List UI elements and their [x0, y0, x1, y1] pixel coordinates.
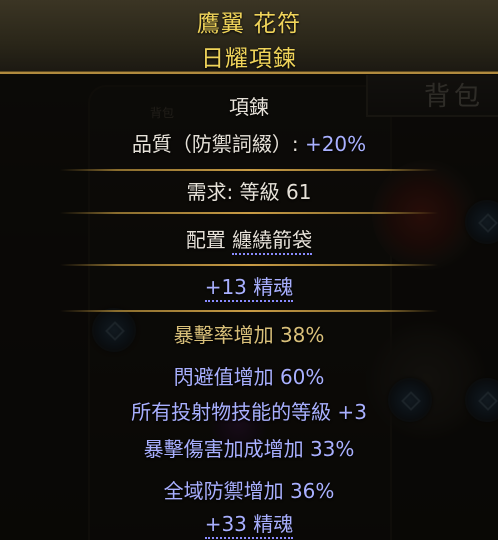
implicit-mod: +13 精魂	[0, 274, 498, 302]
quality-label: 品質（防禦詞綴）:	[131, 132, 305, 156]
explicit-mod-text[interactable]: +33 精魂	[204, 512, 294, 539]
explicit-mod: +33 精魂	[0, 511, 498, 539]
config-value[interactable]: 纏繞箭袋	[232, 228, 313, 255]
requirement-value: 61	[286, 180, 312, 204]
requirement-label: 需求: 等級	[186, 180, 286, 204]
implicit-mod-text[interactable]: +13 精魂	[204, 275, 294, 302]
explicit-mod: 全域防禦增加 36%	[163, 479, 335, 503]
explicit-mod: 閃避值增加 60%	[173, 365, 325, 389]
separator	[60, 212, 438, 214]
item-tooltip-body: 項鍊 品質（防禦詞綴）: +20% 需求: 等級 61 配置 纏繞箭袋 +13 …	[0, 74, 498, 540]
item-class: 項鍊	[229, 95, 269, 119]
explicit-mod: 所有投射物技能的等級 +3	[131, 400, 367, 424]
quality-value: +20%	[304, 132, 367, 156]
config-line: 配置 纏繞箭袋	[0, 227, 498, 255]
separator	[60, 310, 438, 312]
item-name: 鷹翼 花符	[196, 11, 302, 37]
separator	[60, 264, 438, 266]
item-tooltip-header: 鷹翼 花符 日耀項鍊	[0, 0, 498, 74]
quality-line: 品質（防禦詞綴）: +20%	[0, 131, 498, 157]
config-label: 配置	[185, 228, 233, 252]
requirement-line: 需求: 等級 61	[0, 179, 498, 205]
item-base-type: 日耀項鍊	[201, 46, 297, 72]
enchant-mod: 暴擊率增加 38%	[173, 323, 325, 347]
separator	[60, 169, 438, 171]
explicit-mod: 暴擊傷害加成增加 33%	[143, 437, 355, 461]
